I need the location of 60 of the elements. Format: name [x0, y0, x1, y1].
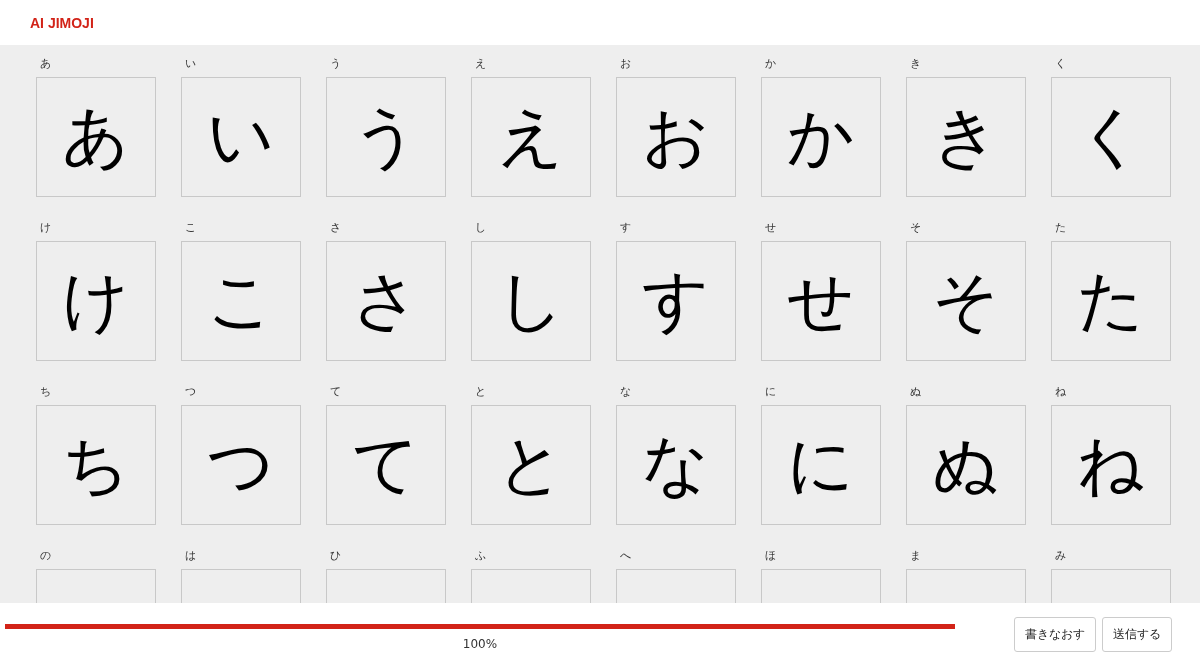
cell-label: は	[184, 549, 196, 563]
drawing-canvas[interactable]: ぬ	[906, 405, 1026, 525]
cell-label: の	[39, 549, 51, 563]
cell-label: き	[909, 57, 921, 71]
drawing-canvas[interactable]: つ	[181, 405, 301, 525]
drawing-canvas[interactable]: お	[616, 77, 736, 197]
cell-label: し	[474, 221, 486, 235]
drawing-canvas[interactable]: え	[471, 77, 591, 197]
cell-label: い	[184, 57, 196, 71]
drawing-canvas[interactable]: と	[471, 405, 591, 525]
cell-label: く	[1054, 57, 1066, 71]
drawing-canvas[interactable]: き	[906, 77, 1026, 197]
cell-label: へ	[619, 549, 631, 563]
drawing-canvas[interactable]: く	[1051, 77, 1171, 197]
cell-label: ひ	[329, 549, 341, 563]
cell-label: す	[619, 221, 631, 235]
progress-reading: 100%	[462, 636, 498, 651]
cell-label: て	[329, 385, 341, 399]
drawing-canvas[interactable]: う	[326, 77, 446, 197]
drawing-canvas[interactable]: た	[1051, 241, 1171, 361]
drawing-canvas[interactable]: ね	[1051, 405, 1171, 525]
cell-label: え	[474, 57, 486, 71]
cell-label: な	[619, 385, 631, 399]
cell-label: か	[764, 57, 776, 71]
drawing-canvas[interactable]: け	[36, 241, 156, 361]
drawing-canvas[interactable]: あ	[36, 77, 156, 197]
cell-label: ま	[909, 549, 921, 563]
cell-label: と	[474, 385, 486, 399]
drawing-canvas[interactable]: ち	[36, 405, 156, 525]
cell-label: に	[764, 385, 776, 399]
cell-label: ほ	[764, 549, 776, 563]
cell-label: ね	[1054, 385, 1066, 399]
cell-label: ち	[39, 385, 51, 399]
drawing-canvas[interactable]: そ	[906, 241, 1026, 361]
drawing-canvas[interactable]: さ	[326, 241, 446, 361]
action-button[interactable]: 送信する	[1102, 616, 1172, 652]
action-button[interactable]: 書きなおす	[1014, 616, 1096, 652]
cell-label: ふ	[474, 549, 486, 563]
cell-label: さ	[329, 221, 341, 235]
drawing-canvas[interactable]: に	[761, 405, 881, 525]
drawing-canvas[interactable]: す	[616, 241, 736, 361]
cell-label: み	[1054, 549, 1066, 563]
drawing-canvas[interactable]: せ	[761, 241, 881, 361]
cell-label: あ	[39, 57, 51, 71]
cell-label: せ	[764, 221, 776, 235]
drawing-canvas[interactable]: な	[616, 405, 736, 525]
drawing-canvas[interactable]: て	[326, 405, 446, 525]
drawing-canvas[interactable]: こ	[181, 241, 301, 361]
app-title: AI JIMOJI	[30, 14, 94, 31]
cell-label: け	[39, 221, 51, 235]
cell-label: ぬ	[909, 385, 921, 399]
drawing-canvas[interactable]: か	[761, 77, 881, 197]
cell-label: う	[329, 57, 341, 71]
cell-label: お	[619, 57, 631, 71]
drawing-canvas[interactable]: い	[181, 77, 301, 197]
drawing-canvas[interactable]: し	[471, 241, 591, 361]
cell-label: そ	[909, 221, 921, 235]
cell-label: た	[1054, 221, 1066, 235]
cell-label: こ	[184, 221, 196, 235]
cell-label: つ	[184, 385, 196, 399]
